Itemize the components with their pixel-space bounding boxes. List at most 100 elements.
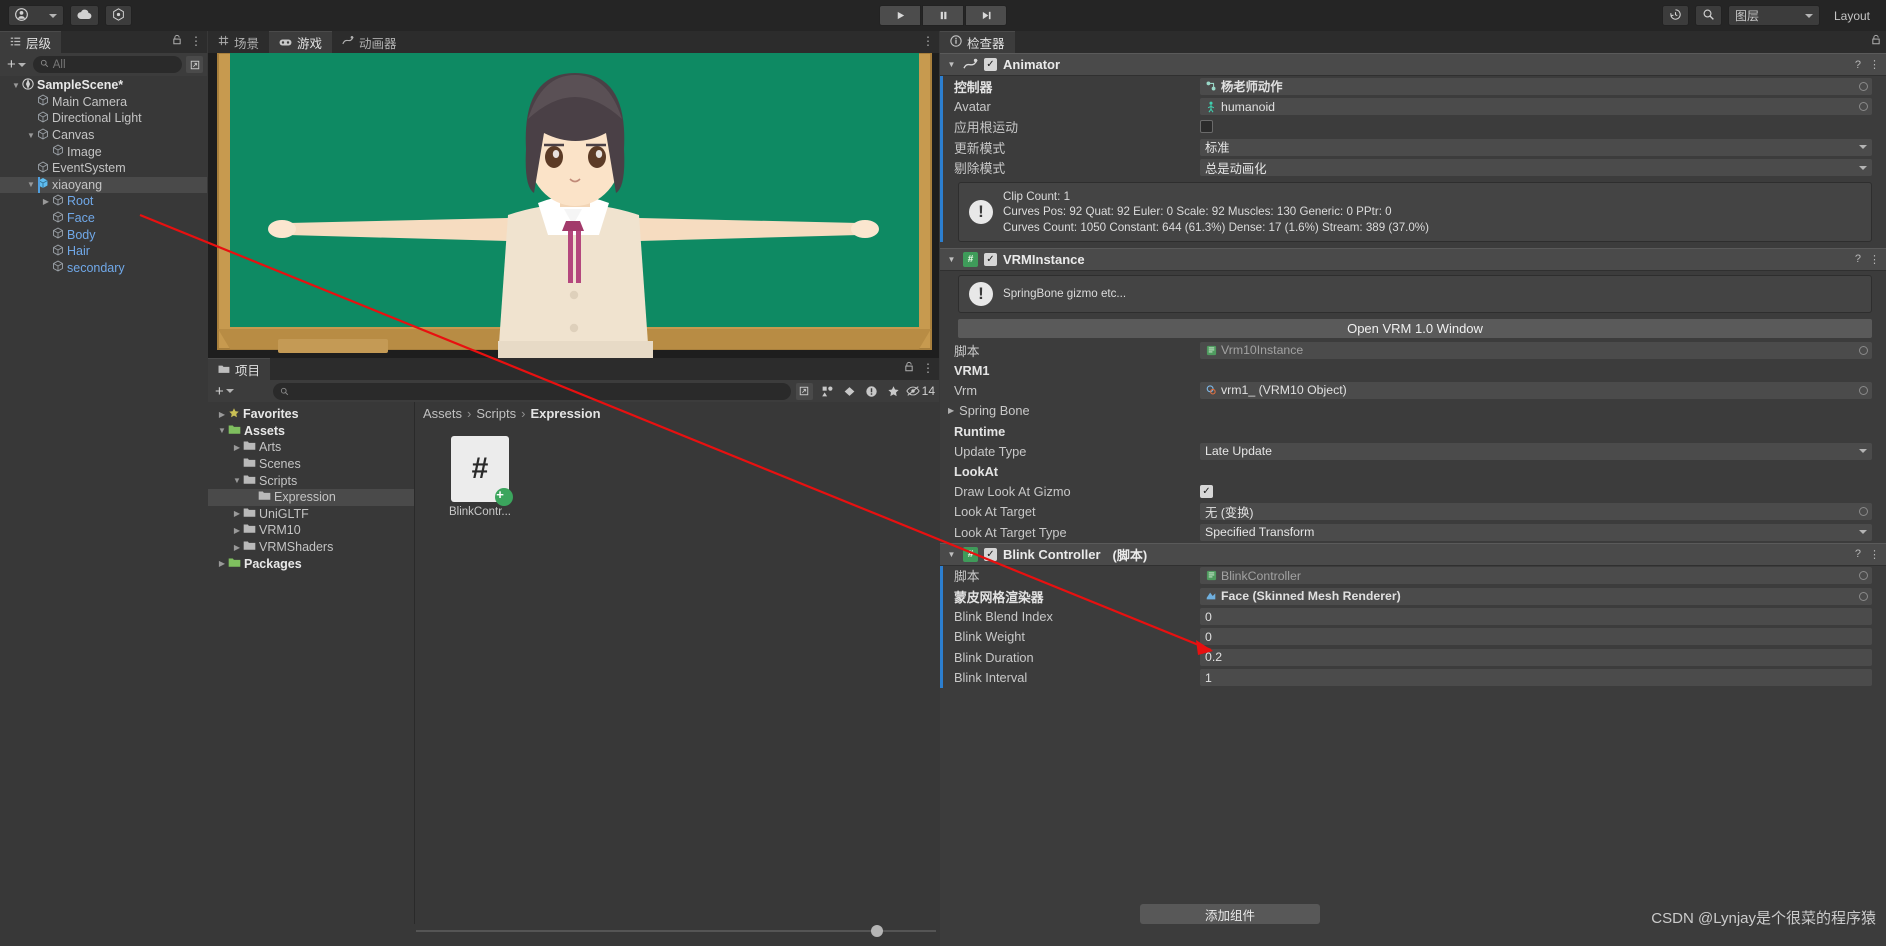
hierarchy-search-input[interactable]: All [32,56,182,73]
object-picker-icon[interactable] [1859,81,1868,91]
project-zoom-knob[interactable] [871,925,883,937]
kebab-menu-icon[interactable]: ⋮ [922,34,934,48]
hierarchy-item-directional-light[interactable]: Directional Light [0,110,207,127]
checkbox-field[interactable]: ✓ [1200,485,1213,499]
object-picker-icon[interactable] [1859,591,1868,601]
project-folder-packages[interactable]: ▶ Packages [208,555,414,572]
tab-animator[interactable]: 动画器 [332,31,407,53]
tab-inspector[interactable]: 检查器 [940,31,1015,53]
project-folder-unigltf[interactable]: ▶ UniGLTF [208,506,414,523]
layout-dropdown[interactable]: Layout [1826,9,1878,23]
collapse-arrow-icon[interactable]: ▼ [10,81,22,90]
collapse-arrow-icon[interactable]: ▼ [946,550,957,559]
hierarchy-item-samplescene[interactable]: ▼ SampleScene* [0,77,207,94]
project-folder-vrm10[interactable]: ▶ VRM10 [208,522,414,539]
project-zoom-slider[interactable] [416,924,936,938]
expand-arrow-icon[interactable]: ▶ [231,509,243,518]
component-header[interactable]: ▼ # ✓ Blink Controller (脚本)? ⋮ [940,542,1886,566]
project-save-search-button[interactable] [795,382,813,400]
expand-arrow-icon[interactable]: ▶ [216,559,228,568]
collapse-arrow-icon[interactable]: ▼ [946,255,957,264]
component-enabled-checkbox[interactable]: ✓ [984,58,997,71]
component-header[interactable]: ▼ ✓ Animator? ⋮ [940,53,1886,76]
hierarchy-item-canvas[interactable]: ▼ Canvas [0,127,207,144]
text-field[interactable]: 0 [1200,608,1872,626]
text-field[interactable]: 0 [1200,628,1872,646]
hierarchy-item-root[interactable]: ▶ Root [0,193,207,210]
component-enabled-checkbox[interactable]: ✓ [984,547,997,561]
object-picker-icon[interactable] [1859,102,1868,112]
project-folder-expression[interactable]: Expression [208,488,414,506]
object-field[interactable]: vrm1_ (VRM10 Object) [1200,381,1872,399]
hierarchy-item-secondary[interactable]: secondary [0,260,207,277]
filter-type-icon[interactable] [818,382,838,400]
object-field[interactable]: humanoid [1200,98,1872,116]
create-object-button[interactable]: + [4,56,29,73]
search-button[interactable] [1694,5,1722,26]
project-search-input[interactable] [272,382,791,400]
project-zoom-track[interactable] [416,925,936,937]
game-render-canvas[interactable] [208,53,939,358]
project-folder-favorites[interactable]: ▶ Favorites [208,406,414,423]
hierarchy-item-main-camera[interactable]: Main Camera [0,94,207,111]
layers-dropdown[interactable]: 图层 [1727,5,1820,26]
hierarchy-item-image[interactable]: Image [0,143,207,160]
hierarchy-item-xiaoyang[interactable]: ▼ xiaoyang [0,176,207,194]
collapse-arrow-icon[interactable]: ▼ [231,476,243,485]
collapse-arrow-icon[interactable]: ▼ [946,60,957,69]
cloud-button[interactable] [70,5,99,26]
filter-label-icon[interactable] [840,382,860,400]
hierarchy-item-eventsystem[interactable]: EventSystem [0,160,207,177]
expand-arrow-icon[interactable]: ▶ [231,526,243,535]
breadcrumb-item[interactable]: Assets [423,406,462,421]
account-button[interactable] [8,5,64,26]
dropdown-field[interactable]: Specified Transform [1200,523,1872,541]
open-vrm-window-button[interactable]: Open VRM 1.0 Window [958,318,1872,338]
object-field[interactable]: 无 (变换) [1200,503,1872,521]
expand-arrow-icon[interactable]: ▶ [40,197,52,206]
expand-arrow-icon[interactable]: ▶ [231,443,243,452]
step-button[interactable] [965,5,1007,26]
favorites-star-icon[interactable] [884,382,904,400]
object-field[interactable]: 杨老师动作 [1200,77,1872,95]
hierarchy-item-hair[interactable]: Hair [0,243,207,260]
pause-button[interactable] [922,5,964,26]
tab-project[interactable]: 项目 [208,358,271,380]
history-button[interactable] [1661,5,1689,26]
help-icon[interactable]: ? [1855,253,1861,265]
collapse-arrow-icon[interactable]: ▼ [216,426,228,435]
collapse-arrow-icon[interactable]: ▼ [25,180,37,189]
help-icon[interactable]: ? [1855,59,1861,71]
collapse-arrow-icon[interactable]: ▼ [25,131,37,140]
hierarchy-item-body[interactable]: Body [0,226,207,243]
text-field[interactable]: 0.2 [1200,648,1872,666]
dropdown-field[interactable]: 总是动画化 [1200,159,1872,177]
tab-scene[interactable]: 场景 [208,31,270,53]
project-folder-scripts[interactable]: ▼ Scripts [208,472,414,489]
help-icon[interactable]: ? [1855,548,1861,560]
project-folder-assets[interactable]: ▼ Assets [208,423,414,440]
kebab-menu-icon[interactable]: ⋮ [1869,253,1880,266]
breadcrumb-item[interactable]: Expression [530,406,600,421]
project-create-button[interactable]: + [212,383,237,400]
add-component-button[interactable]: 添加组件 [1140,904,1320,924]
dropdown-field[interactable]: 标准 [1200,138,1872,156]
project-folder-arts[interactable]: ▶ Arts [208,439,414,456]
project-folder-vrmshaders[interactable]: ▶ VRMShaders [208,539,414,556]
object-picker-icon[interactable] [1859,345,1868,355]
object-picker-icon[interactable] [1859,385,1868,395]
object-field[interactable]: Face (Skinned Mesh Renderer) [1200,587,1872,605]
hierarchy-filter-button[interactable] [186,56,203,73]
object-picker-icon[interactable] [1859,507,1868,517]
checkbox-field[interactable] [1200,120,1213,134]
tab-game[interactable]: 游戏 [269,31,333,53]
breadcrumb-item[interactable]: Scripts [476,406,516,421]
dropdown-field[interactable]: Late Update [1200,442,1872,460]
component-enabled-checkbox[interactable]: ✓ [984,252,997,266]
hierarchy-item-face[interactable]: Face [0,210,207,227]
kebab-menu-icon[interactable]: ⋮ [1869,548,1880,561]
kebab-menu-icon[interactable]: ⋮ [922,361,934,375]
object-picker-icon[interactable] [1859,571,1868,581]
lock-icon[interactable] [172,34,182,48]
lock-icon[interactable] [1871,34,1881,48]
